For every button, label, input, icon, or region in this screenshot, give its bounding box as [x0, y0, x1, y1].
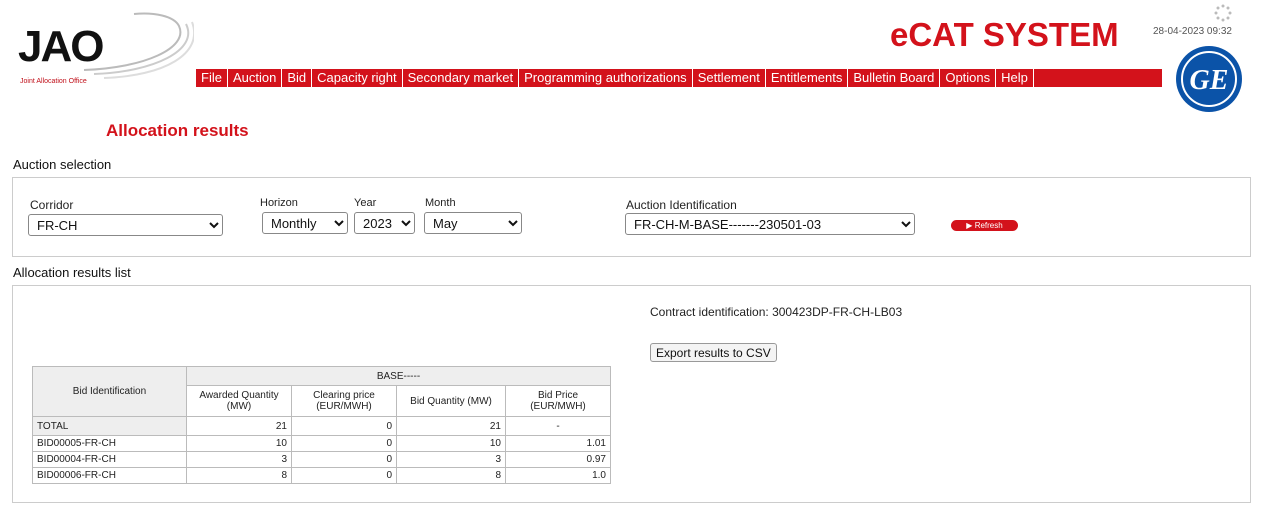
menu-bulletin-board[interactable]: Bulletin Board — [848, 69, 941, 87]
col-awarded-quantity: Awarded Quantity (MW) — [186, 385, 292, 417]
horizon-select[interactable]: Monthly — [262, 212, 348, 234]
col-bid-price: Bid Price (EUR/MWH) — [505, 385, 611, 417]
cell-clearing: 0 — [291, 435, 397, 452]
year-label: Year — [354, 197, 377, 209]
cell-bid-price: - — [505, 416, 611, 436]
refresh-button-label: Refresh — [974, 221, 1003, 230]
auction-identification-select[interactable]: FR-CH-M-BASE-------230501-03 — [625, 213, 915, 235]
col-clearing-price: Clearing price (EUR/MWH) — [291, 385, 397, 417]
export-csv-button[interactable]: Export results to CSV — [650, 343, 777, 362]
logo-text: JAO — [18, 22, 104, 71]
svg-text:GE: GE — [1190, 65, 1229, 96]
cell-awarded: 8 — [186, 467, 292, 484]
month-select[interactable]: May — [424, 212, 522, 234]
menu-secondary-market[interactable]: Secondary market — [403, 69, 520, 87]
cell-bid-price: 1.0 — [505, 467, 611, 484]
menu-programming-authorizations[interactable]: Programming authorizations — [519, 69, 693, 87]
cell-bid-qty: 3 — [396, 451, 506, 468]
system-title: eCAT SYSTEM — [890, 16, 1119, 53]
horizon-label: Horizon — [260, 197, 298, 209]
jao-logo: JAO Joint Allocation Office — [14, 8, 194, 88]
menu-options[interactable]: Options — [940, 69, 997, 87]
play-icon: ▶ — [966, 221, 973, 230]
table-row-total: TOTAL 21 0 21 - — [32, 416, 611, 436]
refresh-button[interactable]: ▶ Refresh — [951, 220, 1018, 231]
col-bid-identification: Bid Identification — [32, 366, 187, 417]
menu-help[interactable]: Help — [996, 69, 1034, 87]
loading-spinner-icon — [1214, 4, 1232, 22]
menu-file[interactable]: File — [196, 69, 228, 87]
ge-logo-icon: GE — [1176, 46, 1242, 112]
menu-entitlements[interactable]: Entitlements — [766, 69, 849, 87]
datetime-label: 28-04-2023 09:32 — [1153, 26, 1232, 37]
cell-bid-id: BID00005-FR-CH — [32, 435, 187, 452]
table-row: BID00006-FR-CH 8 0 8 1.0 — [32, 467, 611, 484]
menu-capacity-right[interactable]: Capacity right — [312, 69, 403, 87]
cell-awarded: 21 — [186, 416, 292, 436]
cell-bid-price: 0.97 — [505, 451, 611, 468]
cell-bid-price: 1.01 — [505, 435, 611, 452]
cell-awarded: 3 — [186, 451, 292, 468]
menu-auction[interactable]: Auction — [228, 69, 283, 87]
auction-selection-label: Auction selection — [13, 157, 112, 172]
cell-clearing: 0 — [291, 451, 397, 468]
cell-bid-id: TOTAL — [32, 416, 187, 436]
month-label: Month — [425, 197, 456, 209]
table-row: BID00005-FR-CH 10 0 10 1.01 — [32, 435, 611, 452]
cell-clearing: 0 — [291, 467, 397, 484]
corridor-select[interactable]: FR-CH — [28, 214, 223, 236]
corridor-label: Corridor — [30, 198, 74, 212]
auction-identification-label: Auction Identification — [626, 198, 737, 212]
main-menu-bar: File Auction Bid Capacity right Secondar… — [196, 69, 1162, 87]
cell-bid-id: BID00004-FR-CH — [32, 451, 187, 468]
cell-bid-qty: 8 — [396, 467, 506, 484]
allocation-results-table: Bid Identification BASE----- Awarded Qua… — [32, 366, 611, 484]
group-header-base: BASE----- — [186, 366, 611, 386]
cell-clearing: 0 — [291, 416, 397, 436]
col-bid-quantity: Bid Quantity (MW) — [396, 385, 506, 417]
cell-bid-qty: 10 — [396, 435, 506, 452]
menu-bid[interactable]: Bid — [282, 69, 313, 87]
page-title: Allocation results — [106, 121, 249, 140]
cell-bid-qty: 21 — [396, 416, 506, 436]
year-select[interactable]: 2023 — [354, 212, 415, 234]
allocation-results-list-label: Allocation results list — [13, 265, 131, 280]
cell-bid-id: BID00006-FR-CH — [32, 467, 187, 484]
contract-identification: Contract identification: 300423DP-FR-CH-… — [650, 305, 903, 319]
logo-subtitle: Joint Allocation Office — [20, 78, 87, 85]
table-row: BID00004-FR-CH 3 0 3 0.97 — [32, 451, 611, 468]
menu-settlement[interactable]: Settlement — [693, 69, 766, 87]
cell-awarded: 10 — [186, 435, 292, 452]
